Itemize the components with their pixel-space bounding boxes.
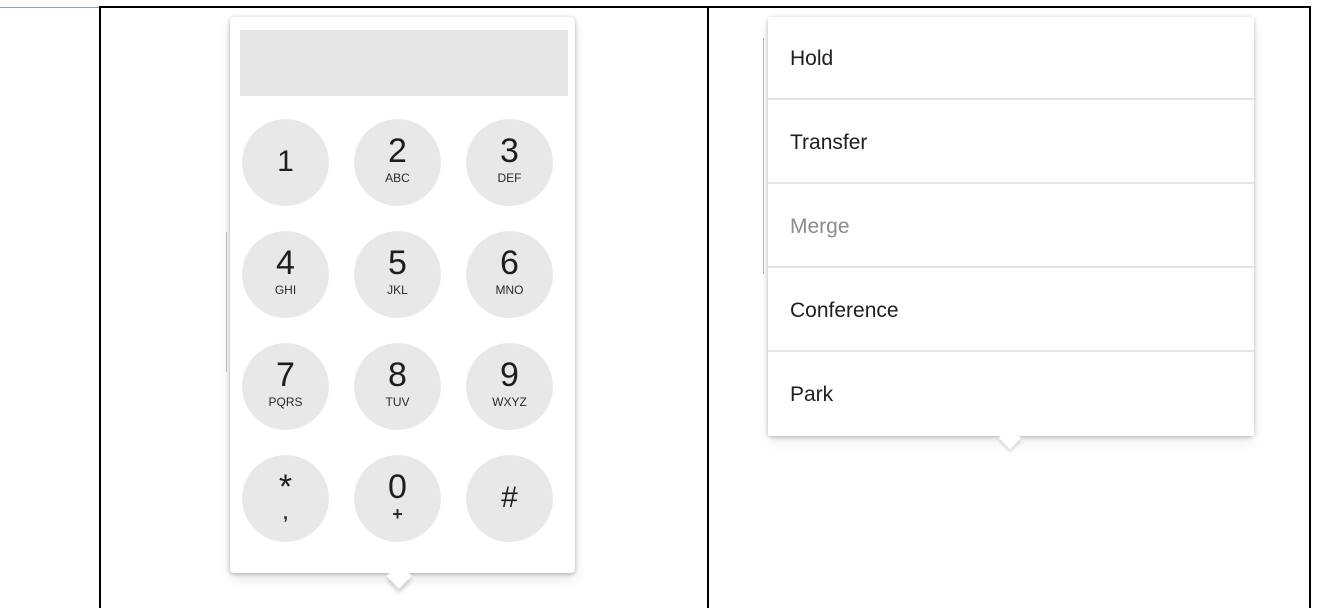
dial-key-1[interactable]: 1 <box>242 119 329 206</box>
underlying-panel-edge <box>226 232 227 372</box>
dial-key-4[interactable]: 4 GHI <box>242 231 329 318</box>
key-digit: 1 <box>277 145 294 178</box>
dial-number-display[interactable] <box>240 30 568 96</box>
table-column-divider <box>707 6 709 608</box>
dial-key-7[interactable]: 7 PQRS <box>242 343 329 430</box>
key-letters: WXYZ <box>492 395 527 409</box>
menu-item-merge: Merge <box>768 185 1254 268</box>
dial-key-star[interactable]: * , <box>242 455 329 542</box>
underlying-panel-edge <box>763 38 764 274</box>
key-letters: DEF <box>497 171 522 185</box>
dial-key-8[interactable]: 8 TUV <box>354 343 441 430</box>
key-letters: , <box>282 503 288 523</box>
key-digit: 2 <box>388 132 407 170</box>
key-digit: 0 <box>388 468 407 506</box>
key-digit: 6 <box>500 244 519 282</box>
key-digit: 9 <box>500 356 519 394</box>
dial-key-0[interactable]: 0 + <box>354 455 441 542</box>
dialpad-popover: 1 2 ABC 3 DEF 4 GHI 5 JKL 6 MNO 7 PQRS 8… <box>230 17 575 589</box>
call-actions-menu: Hold Transfer Merge Conference Park <box>768 17 1254 450</box>
key-digit: 4 <box>276 244 295 282</box>
key-letters: TUV <box>385 395 410 409</box>
dial-key-5[interactable]: 5 JKL <box>354 231 441 318</box>
menu-item-park[interactable]: Park <box>768 353 1254 436</box>
key-digit: 7 <box>276 356 295 394</box>
dial-key-hash[interactable]: # <box>466 455 553 542</box>
dial-key-9[interactable]: 9 WXYZ <box>466 343 553 430</box>
key-digit: 8 <box>388 356 407 394</box>
key-digit: 5 <box>388 244 407 282</box>
key-letters: MNO <box>495 283 524 297</box>
top-accent-line <box>0 7 104 8</box>
dial-key-2[interactable]: 2 ABC <box>354 119 441 206</box>
key-digit: # <box>501 481 518 514</box>
menu-item-hold[interactable]: Hold <box>768 17 1254 100</box>
dial-key-3[interactable]: 3 DEF <box>466 119 553 206</box>
menu-item-transfer[interactable]: Transfer <box>768 101 1254 184</box>
key-letters: + <box>392 504 403 524</box>
key-letters: GHI <box>274 283 297 297</box>
key-letters: JKL <box>387 283 408 297</box>
key-letters: ABC <box>385 171 410 185</box>
key-digit: * <box>278 468 293 506</box>
menu-item-conference[interactable]: Conference <box>768 269 1254 352</box>
key-letters: PQRS <box>268 395 303 409</box>
key-digit: 3 <box>500 132 519 170</box>
dial-key-6[interactable]: 6 MNO <box>466 231 553 318</box>
